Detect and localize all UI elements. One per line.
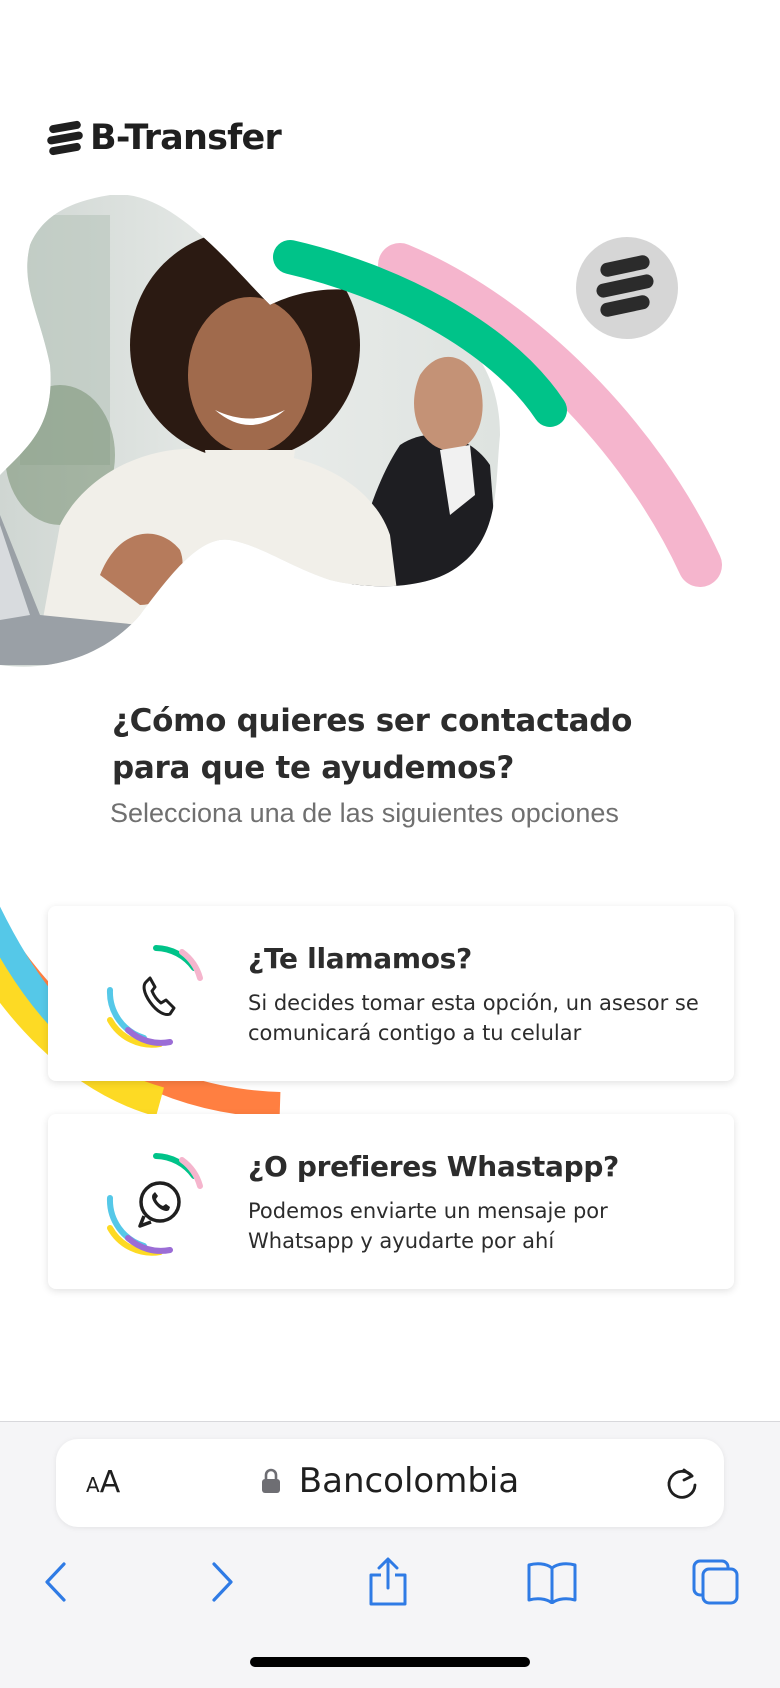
bookmarks-icon [527, 1562, 577, 1604]
browser-nav-row [0, 1552, 780, 1622]
forward-icon [212, 1562, 233, 1602]
browser-toolbar: AA Bancolombia [0, 1421, 780, 1688]
whatsapp-option-card[interactable]: ¿O prefieres Whastapp? Podemos enviarte … [48, 1114, 734, 1289]
home-indicator[interactable] [250, 1657, 530, 1667]
brand-name: B-Transfer [90, 118, 282, 158]
hero-illustration [0, 195, 722, 667]
page-subtitle: Selecciona una de las siguientes opcione… [110, 798, 619, 828]
call-option-title: ¿Te llamamos? [248, 942, 472, 975]
lock-icon [261, 1468, 280, 1493]
back-button[interactable] [26, 1552, 86, 1612]
page-title: ¿Cómo quieres ser contactado para que te… [112, 703, 633, 786]
share-icon [369, 1557, 407, 1606]
call-option-card[interactable]: ¿Te llamamos? Si decides tomar esta opci… [48, 906, 734, 1081]
whatsapp-option-title: ¿O prefieres Whastapp? [248, 1150, 620, 1183]
bookmarks-button[interactable] [522, 1552, 582, 1612]
tabs-button[interactable] [686, 1552, 746, 1612]
call-option-description: Si decides tomar esta opción, un asesor … [248, 991, 699, 1045]
address-bar[interactable]: AA Bancolombia [56, 1439, 724, 1527]
back-icon [45, 1562, 66, 1602]
whatsapp-icon [106, 1153, 203, 1256]
phone-icon [106, 945, 203, 1048]
reload-icon[interactable] [662, 1463, 702, 1503]
url-domain: Bancolombia [298, 1461, 520, 1501]
forward-button[interactable] [192, 1552, 252, 1612]
share-button[interactable] [358, 1552, 418, 1612]
brand-logo: B-Transfer [46, 118, 282, 158]
tabs-icon [692, 1559, 739, 1605]
b-transfer-logo-icon [47, 120, 83, 156]
whatsapp-option-description: Podemos enviarte un mensaje por Whatsapp… [248, 1199, 608, 1253]
brand-badge-icon [576, 237, 678, 339]
